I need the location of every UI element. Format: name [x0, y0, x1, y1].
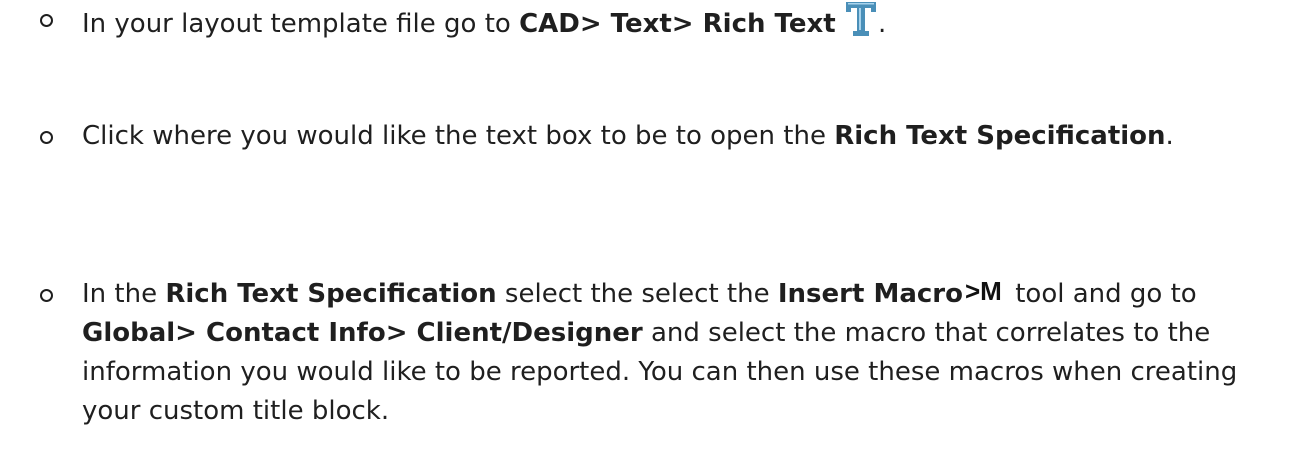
step-1-menu-path: CAD> Text> Rich Text — [519, 9, 836, 39]
insert-macro-icon-glyph: >M — [965, 276, 1002, 304]
hollow-bullet-icon — [40, 131, 53, 144]
step-2-dialog-name: Rich Text Specification — [834, 121, 1166, 151]
step-3-mid2: tool and go to — [1006, 279, 1197, 309]
step-3-pre: In the — [82, 279, 166, 309]
step-1-post: . — [877, 9, 887, 39]
step-2-pre: Click where you would like the text box … — [82, 121, 835, 151]
rich-text-t-icon — [844, 0, 878, 38]
step-1-text: In your layout template file go to CAD> … — [82, 0, 1287, 44]
step-3-mid1: select the select the — [496, 279, 778, 309]
instruction-content: In your layout template file go to CAD> … — [0, 0, 1297, 469]
step-3-dialog-name: Rich Text Specification — [165, 279, 497, 309]
step-1-pre: In your layout template file go to — [82, 9, 520, 39]
step-3-menu-path: Global> Contact Info> Client/Designer — [82, 318, 643, 348]
step-3-text: In the Rich Text Specification select th… — [82, 275, 1287, 431]
step-2-post: . — [1165, 121, 1174, 151]
hollow-bullet-icon — [40, 289, 53, 302]
insert-macro-icon: >M — [965, 276, 1005, 306]
step-2-text: Click where you would like the text box … — [82, 117, 1287, 156]
step-3-tool-name: Insert Macro — [777, 279, 963, 309]
hollow-bullet-icon — [40, 14, 53, 27]
